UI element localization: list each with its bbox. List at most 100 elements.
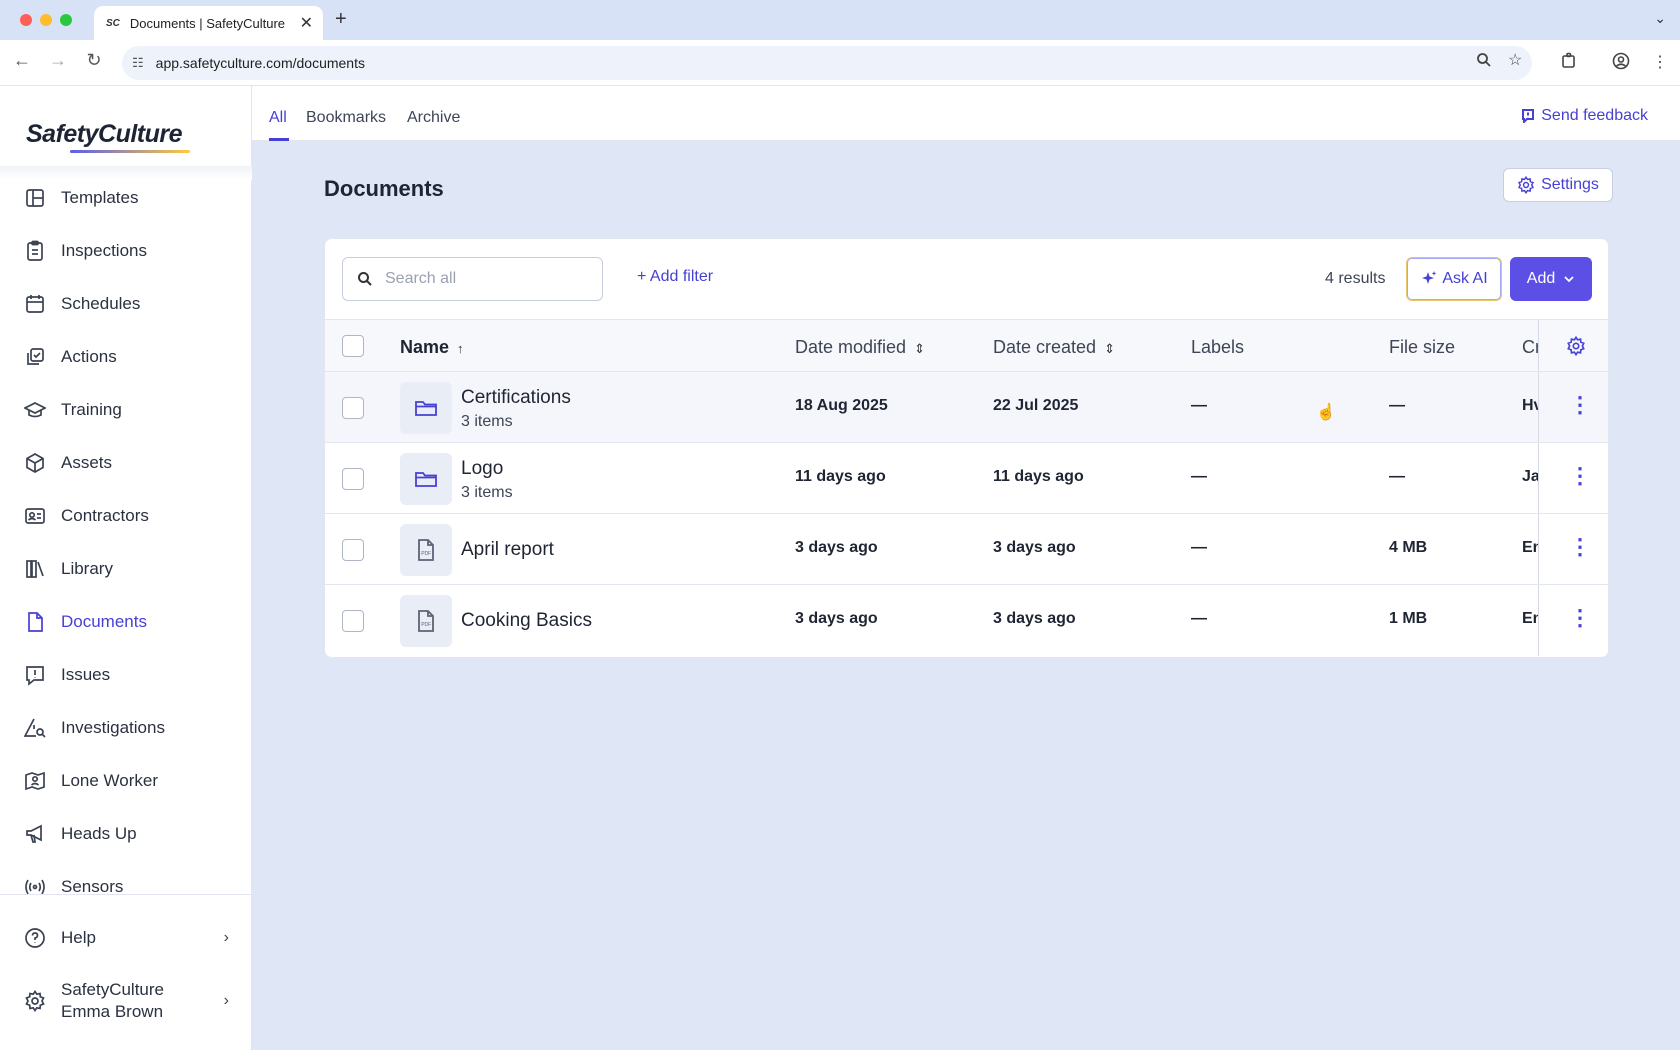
row-name[interactable]: Logo xyxy=(461,458,503,480)
tab-search-chevron-icon[interactable]: ⌄ xyxy=(1654,10,1666,27)
sidebar-item-templates[interactable]: Templates xyxy=(0,176,251,220)
column-name-label: Name xyxy=(400,337,450,357)
forward-icon[interactable]: → xyxy=(46,50,70,71)
pdf-file-icon: PDF xyxy=(400,524,452,576)
row-more-options-icon[interactable]: ⋮ xyxy=(1569,536,1591,558)
row-name[interactable]: Cooking Basics xyxy=(461,610,592,632)
address-bar[interactable]: ☷ app.safetyculture.com/documents xyxy=(122,46,1532,80)
settings-label: Settings xyxy=(1541,176,1599,193)
sidebar-item-investigations[interactable]: Investigations xyxy=(0,706,251,750)
row-more-options-icon[interactable]: ⋮ xyxy=(1569,394,1591,416)
sidebar-item-issues[interactable]: Issues xyxy=(0,653,251,697)
sidebar-divider xyxy=(0,894,251,895)
sidebar-item-contractors[interactable]: Contractors xyxy=(0,494,251,538)
row-name[interactable]: Certifications xyxy=(461,387,571,409)
zoom-icon[interactable] xyxy=(1476,52,1492,73)
maximize-window-button[interactable] xyxy=(60,14,72,26)
row-checkbox[interactable] xyxy=(342,539,364,561)
profile-icon[interactable] xyxy=(1612,52,1630,75)
sidebar-item-documents[interactable]: Documents xyxy=(0,600,251,644)
search-input[interactable] xyxy=(385,270,585,288)
sidebar-item-library[interactable]: Library xyxy=(0,547,251,591)
tab-archive[interactable]: Archive xyxy=(407,109,460,127)
row-file-size: — xyxy=(1389,468,1405,485)
row-file-size: — xyxy=(1389,397,1405,414)
new-tab-icon[interactable]: + xyxy=(335,8,347,31)
gear-icon xyxy=(25,990,45,1012)
sidebar-item-inspections[interactable]: Inspections xyxy=(0,229,251,273)
table-row[interactable]: PDF Cooking Basics 3 days ago 3 days ago… xyxy=(325,585,1608,656)
close-tab-icon[interactable]: ✕ xyxy=(300,13,313,33)
row-checkbox[interactable] xyxy=(342,610,364,632)
results-count: 4 results xyxy=(1325,270,1386,287)
send-feedback-link[interactable]: Send feedback xyxy=(1521,107,1648,125)
inspections-icon xyxy=(27,240,43,261)
row-labels: — xyxy=(1191,610,1207,627)
close-window-button[interactable] xyxy=(20,14,32,26)
site-settings-icon[interactable]: ☷ xyxy=(132,55,144,71)
sidebar-item-assets[interactable]: Assets xyxy=(0,441,251,485)
actions-icon xyxy=(27,348,44,365)
sidebar-help[interactable]: Help › xyxy=(0,916,251,960)
safetyculture-logo[interactable]: SafetyCulture xyxy=(26,120,183,149)
back-icon[interactable]: ← xyxy=(10,50,34,71)
row-labels: — xyxy=(1191,468,1207,485)
ask-ai-button[interactable]: Ask AI xyxy=(1406,257,1502,301)
row-checkbox[interactable] xyxy=(342,468,364,490)
sidebar-item-actions[interactable]: Actions xyxy=(0,335,251,379)
row-date-created: 11 days ago xyxy=(993,468,1084,485)
sidebar-item-label: Templates xyxy=(61,188,139,207)
sidebar-account[interactable]: SafetyCulture Emma Brown › xyxy=(0,976,251,1026)
settings-button[interactable]: Settings xyxy=(1503,168,1613,202)
sidebar-item-sensors[interactable]: Sensors xyxy=(0,865,251,909)
assets-icon xyxy=(26,453,44,473)
table-row[interactable]: PDF April report 3 days ago 3 days ago —… xyxy=(325,514,1608,585)
column-header-date-created[interactable]: Date created ⇕ xyxy=(993,337,1115,358)
column-header-date-modified[interactable]: Date modified ⇕ xyxy=(795,337,925,358)
document-tabs: All Bookmarks Archive Send feedback xyxy=(252,86,1680,141)
row-date-modified: 3 days ago xyxy=(795,539,878,556)
minimize-window-button[interactable] xyxy=(40,14,52,26)
sidebar-item-lone-worker[interactable]: Lone Worker xyxy=(0,759,251,803)
sidebar-item-training[interactable]: Training xyxy=(0,388,251,432)
bookmark-star-icon[interactable]: ☆ xyxy=(1508,50,1522,70)
add-filter-button[interactable]: + Add filter xyxy=(637,268,713,286)
user-name: Emma Brown xyxy=(61,1002,164,1021)
row-checkbox[interactable] xyxy=(342,397,364,419)
tab-all[interactable]: All xyxy=(269,109,287,127)
select-all-checkbox[interactable] xyxy=(342,335,364,357)
column-settings-gear-icon[interactable] xyxy=(1566,336,1586,356)
browser-tab[interactable]: SC Documents | SafetyCulture ✕ xyxy=(94,6,323,40)
help-icon xyxy=(25,928,45,948)
table-row[interactable]: Logo 3 items 11 days ago 11 days ago — —… xyxy=(325,443,1608,514)
sidebar-item-label: Contractors xyxy=(61,506,149,525)
row-date-created: 22 Jul 2025 xyxy=(993,397,1079,414)
library-icon xyxy=(26,560,44,578)
sidebar-item-schedules[interactable]: Schedules xyxy=(0,282,251,326)
add-label: Add xyxy=(1526,270,1556,287)
extensions-icon[interactable] xyxy=(1560,52,1578,75)
sidebar-item-label: Training xyxy=(61,400,122,419)
browser-toolbar: ← → ↻ ☷ app.safetyculture.com/documents … xyxy=(0,40,1680,86)
sort-icon: ⇕ xyxy=(1104,341,1115,356)
search-box[interactable] xyxy=(342,257,603,301)
row-more-options-icon[interactable]: ⋮ xyxy=(1569,465,1591,487)
row-date-created: 3 days ago xyxy=(993,539,1076,556)
sidebar-item-label: Library xyxy=(61,559,113,578)
reload-icon[interactable]: ↻ xyxy=(82,50,106,71)
row-more-options-icon[interactable]: ⋮ xyxy=(1569,607,1591,629)
row-subtitle: 3 items xyxy=(461,484,513,501)
row-date-modified: 11 days ago xyxy=(795,468,886,485)
chevron-right-icon: › xyxy=(223,992,229,1009)
sidebar-item-heads-up[interactable]: Heads Up xyxy=(0,812,251,856)
sidebar-item-label: Issues xyxy=(61,665,111,684)
browser-menu-icon[interactable]: ⋮ xyxy=(1652,52,1668,72)
row-name[interactable]: April report xyxy=(461,539,554,561)
issues-icon xyxy=(26,666,44,686)
column-settings-cell xyxy=(1538,320,1608,371)
table-row[interactable]: Certifications 3 items 18 Aug 2025 22 Ju… xyxy=(325,372,1608,443)
account-info: SafetyCulture Emma Brown xyxy=(61,979,164,1023)
tab-bookmarks[interactable]: Bookmarks xyxy=(306,109,386,127)
add-button[interactable]: Add xyxy=(1510,257,1592,301)
column-header-name[interactable]: Name ↑ xyxy=(400,337,464,358)
